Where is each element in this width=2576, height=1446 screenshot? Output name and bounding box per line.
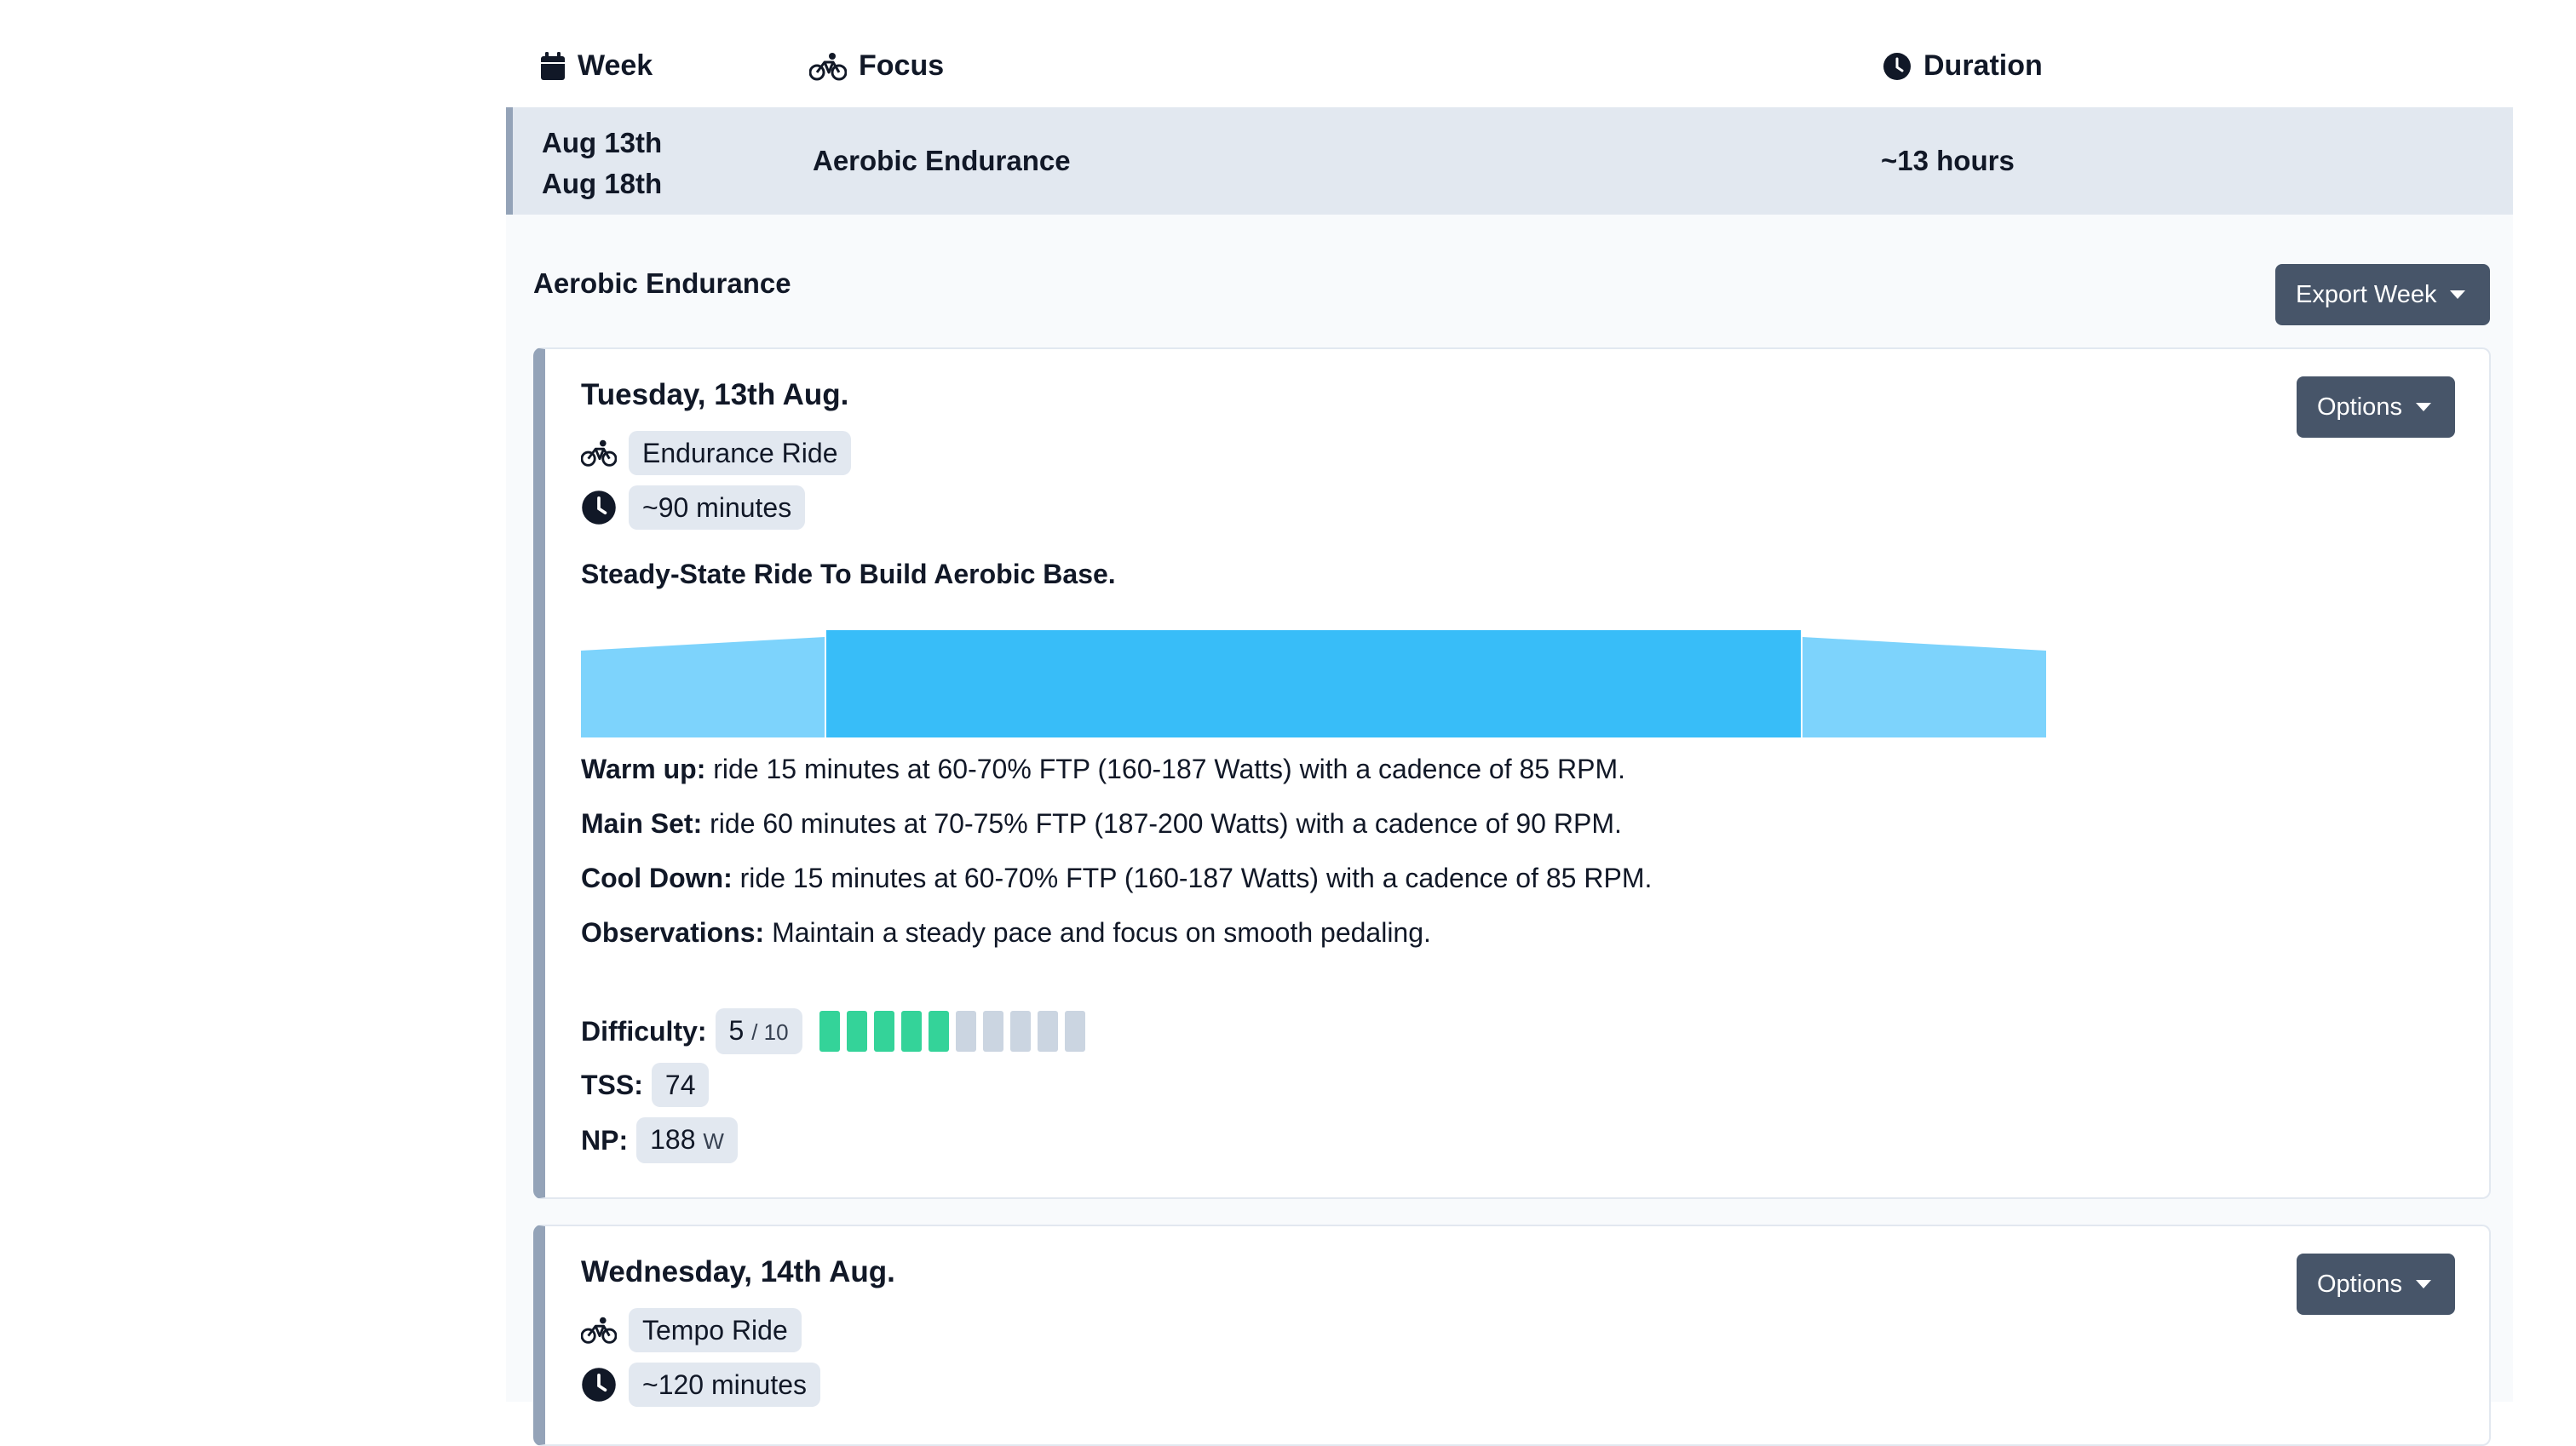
week-start: Aug 13th [542, 127, 663, 158]
workout-type: Tempo Ride [581, 1308, 802, 1352]
workout-duration: ~90 minutes [581, 485, 806, 530]
workout-summary: Steady-State Ride To Build Aerobic Base. [581, 559, 1116, 589]
difficulty-segment [900, 1011, 922, 1052]
caret-down-icon [2450, 290, 2466, 299]
header-week: Week [540, 49, 653, 83]
caret-down-icon [2415, 1280, 2431, 1288]
options-label: Options [2317, 393, 2402, 421]
workout-type-badge: Endurance Ride [629, 431, 852, 475]
step-main-set: Main Set: ride 60 minutes at 70-75% FTP … [581, 807, 2455, 840]
difficulty-label: Difficulty: [581, 1015, 707, 1047]
step-label: Cool Down: [581, 863, 733, 893]
calendar-icon [540, 51, 566, 81]
difficulty-segment [928, 1011, 949, 1052]
step-warmup: Warm up: ride 15 minutes at 60-70% FTP (… [581, 753, 2455, 785]
caret-down-icon [2415, 403, 2431, 411]
step-text: ride 15 minutes at 60-70% FTP (160-187 W… [732, 863, 1653, 893]
bicycle-icon [581, 1312, 617, 1348]
difficulty-segment [819, 1011, 840, 1052]
np-badge: 188 W [636, 1117, 738, 1163]
week-duration: ~13 hours [1881, 145, 2015, 176]
step-label: Observations: [581, 917, 765, 948]
week-end: Aug 18th [542, 168, 663, 199]
export-week-button[interactable]: Export Week [2275, 264, 2490, 325]
difficulty-segment [873, 1011, 894, 1052]
difficulty-max: / 10 [751, 1019, 789, 1045]
header-duration-label: Duration [1923, 49, 2043, 82]
options-button[interactable]: Options [2297, 1254, 2455, 1315]
week-dates: Aug 13th Aug 18th [542, 123, 662, 204]
step-text: ride 60 minutes at 70-75% FTP (187-200 W… [702, 808, 1622, 839]
step-label: Warm up: [581, 754, 706, 784]
week-row-active[interactable]: Aug 13th Aug 18th Aerobic Endurance ~13 … [506, 107, 2513, 215]
step-label: Main Set: [581, 808, 703, 839]
header-focus-label: Focus [859, 49, 945, 82]
difficulty-value: 5 [728, 1015, 745, 1046]
workout-date: Wednesday, 14th Aug. [581, 1255, 895, 1288]
difficulty-segment [982, 1011, 1003, 1052]
step-text: ride 15 minutes at 60-70% FTP (160-187 W… [705, 754, 1625, 784]
np-unit: W [703, 1128, 724, 1154]
options-button[interactable]: Options [2297, 376, 2455, 438]
workout-duration-badge: ~120 minutes [629, 1363, 821, 1407]
difficulty-segment [955, 1011, 976, 1052]
table-header: Week Focus Duration [506, 34, 2513, 100]
np-stat: NP: 188 W [581, 1117, 738, 1163]
section-title: Aerobic Endurance [533, 267, 791, 299]
header-duration: Duration [1883, 49, 2043, 83]
step-observations: Observations: Maintain a steady pace and… [581, 916, 2455, 949]
workout-date: Tuesday, 13th Aug. [581, 378, 849, 411]
difficulty-segment [1009, 1011, 1031, 1052]
training-plan: Week Focus Duration Aug 13th Aug 18th Ae… [506, 0, 2513, 1446]
week-detail-panel: Aerobic Endurance Export Week Tuesday, 1… [506, 215, 2513, 1446]
power-profile-chart [581, 630, 2046, 737]
tss-value: 74 [651, 1063, 710, 1107]
warmup-segment [581, 637, 825, 737]
workout-steps: Warm up: ride 15 minutes at 60-70% FTP (… [581, 753, 2455, 971]
difficulty-segment [1064, 1011, 1085, 1052]
step-cool-down: Cool Down: ride 15 minutes at 60-70% FTP… [581, 862, 2455, 894]
difficulty-segment [846, 1011, 867, 1052]
workout-type-badge: Tempo Ride [629, 1308, 802, 1352]
bicycle-icon [809, 52, 847, 81]
cooldown-segment [1803, 637, 2046, 737]
main-set-segment [826, 630, 1801, 737]
week-focus: Aerobic Endurance [813, 145, 1071, 176]
export-week-label: Export Week [2296, 280, 2437, 308]
difficulty-badge: 5 / 10 [715, 1008, 802, 1054]
bicycle-icon [581, 435, 617, 471]
step-text: Maintain a steady pace and focus on smoo… [764, 917, 1431, 948]
tss-label: TSS: [581, 1069, 643, 1100]
workout-card: Wednesday, 14th Aug. Options Tempo Ride … [533, 1225, 2491, 1446]
header-week-label: Week [578, 49, 653, 82]
difficulty-stat: Difficulty: 5 / 10 [581, 1008, 1085, 1054]
header-focus: Focus [809, 49, 944, 83]
workout-card: Tuesday, 13th Aug. Options Endurance Rid… [533, 347, 2491, 1199]
workout-type: Endurance Ride [581, 431, 852, 475]
np-label: NP: [581, 1124, 629, 1156]
workout-duration: ~120 minutes [581, 1363, 821, 1407]
tss-stat: TSS: 74 [581, 1063, 710, 1107]
options-label: Options [2317, 1270, 2402, 1298]
difficulty-meter [819, 1011, 1085, 1052]
clock-icon [1883, 52, 1912, 81]
clock-icon [581, 1367, 617, 1403]
workout-duration-badge: ~90 minutes [629, 485, 806, 530]
np-value: 188 [650, 1124, 696, 1155]
difficulty-segment [1037, 1011, 1058, 1052]
clock-icon [581, 490, 617, 525]
